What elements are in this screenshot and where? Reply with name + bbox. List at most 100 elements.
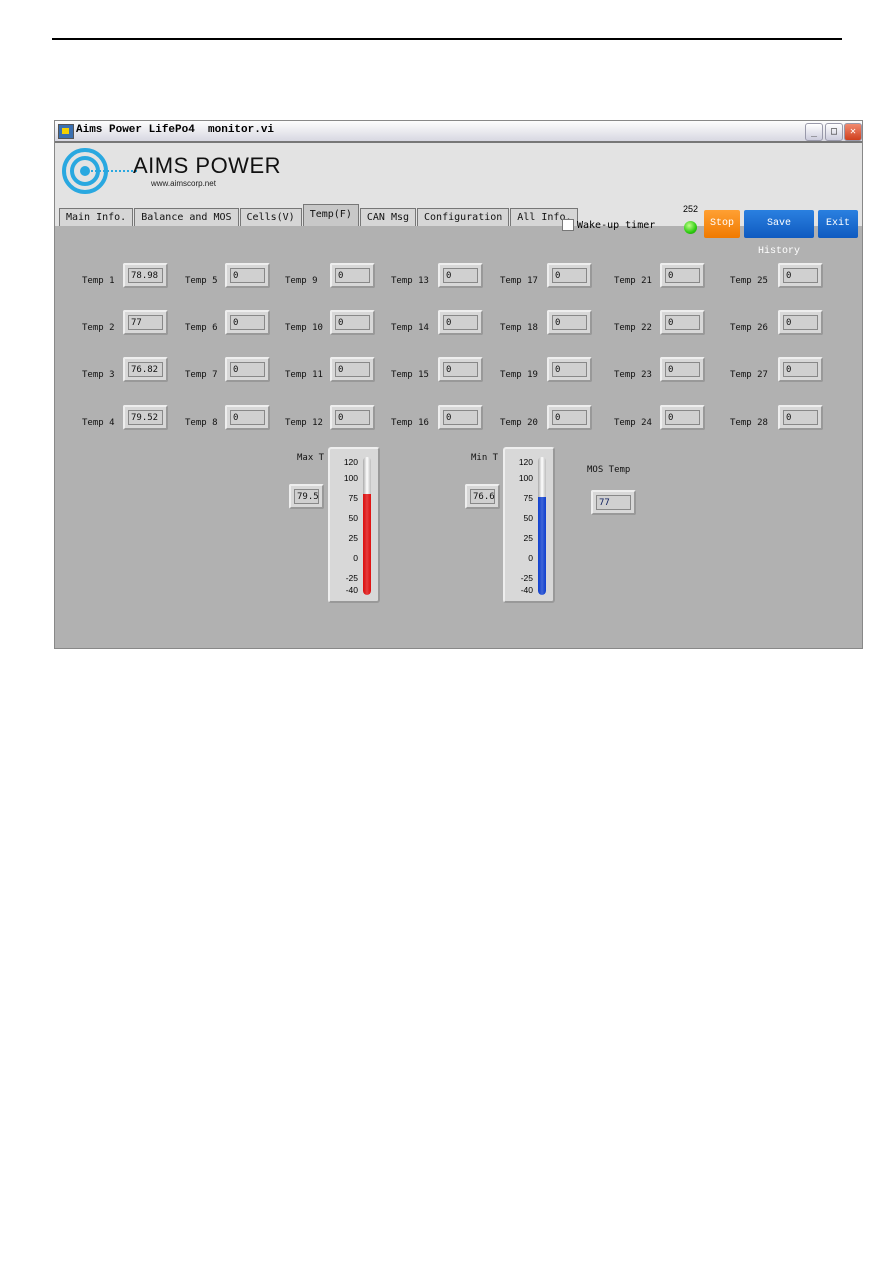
temp-label: Temp 6 (185, 323, 218, 333)
thermometer-label: Min T (471, 453, 499, 463)
scale-tick-label: 120 (518, 457, 533, 467)
scale-tick-label: 75 (348, 493, 358, 503)
temp-indicator: 0 (660, 310, 705, 335)
thermometer-value-indicator: 76.6 (465, 484, 500, 509)
temp-indicator: 0 (778, 405, 823, 430)
app-window: Aims Power LifePo4 monitor.vi _ □ ✕ AIMS… (54, 120, 863, 649)
thermometer-tube (363, 457, 371, 595)
temp-label: Temp 17 (500, 276, 538, 286)
tab-bar: Main Info. Balance and MOS Cells(V) Temp(F)… (59, 204, 579, 226)
close-button[interactable]: ✕ (844, 123, 862, 141)
header: AIMS POWER www.aimscorp.net Main Info. Ba… (55, 143, 862, 257)
temp-value: 0 (443, 268, 478, 283)
temp-value: 0 (443, 362, 478, 377)
mos-temp-indicator: 77 (591, 490, 636, 515)
temp-value: 0 (443, 410, 478, 425)
temp-indicator: 0 (330, 263, 375, 288)
tab-balance-and-mos[interactable]: Balance and MOS (134, 208, 239, 226)
temp-indicator: 0 (438, 310, 483, 335)
stop-button[interactable]: Stop (704, 210, 740, 238)
maximize-button[interactable]: □ (825, 123, 843, 141)
temp-indicator: 0 (330, 310, 375, 335)
thermometer-tube (538, 457, 546, 595)
scale-tick-label: -25 (345, 573, 358, 583)
temp-label: Temp 12 (285, 418, 323, 428)
temp-indicator: 77 (123, 310, 168, 335)
temp-indicator: 0 (225, 405, 270, 430)
temp-label: Temp 27 (730, 370, 768, 380)
scale-tick-label: 25 (523, 533, 533, 543)
temp-value: 0 (552, 315, 587, 330)
temp-label: Temp 21 (614, 276, 652, 286)
temp-indicator: 0 (547, 357, 592, 382)
temp-value: 0 (665, 268, 700, 283)
temp-value: 0 (335, 410, 370, 425)
scale-tick-label: 0 (528, 553, 533, 563)
temp-value: 0 (230, 362, 265, 377)
temp-value: 0 (783, 410, 818, 425)
save-history-button[interactable]: Save History (744, 210, 814, 257)
temp-label: Temp 26 (730, 323, 768, 333)
temp-indicator: 0 (438, 405, 483, 430)
temp-label: Temp 3 (82, 370, 115, 380)
brand-name: AIMS POWER (133, 153, 282, 178)
temp-value: 0 (230, 268, 265, 283)
temp-indicator: 0 (438, 357, 483, 382)
tab-can-msg[interactable]: CAN Msg (359, 208, 417, 226)
temp-indicator: 0 (660, 263, 705, 288)
temp-indicator: 79.52 (123, 405, 168, 430)
temp-label: Temp 16 (391, 418, 429, 428)
temp-value: 79.52 (128, 410, 163, 425)
tab-main-info[interactable]: Main Info. (59, 208, 134, 226)
temp-indicator: 0 (778, 263, 823, 288)
mos-temp-label: MOS Temp (587, 465, 631, 475)
temp-label: Temp 19 (500, 370, 538, 380)
thermometer-value-indicator: 79.5 (289, 484, 324, 509)
tab-cells-v[interactable]: Cells(V) (239, 208, 302, 226)
scale-tick-label: 50 (523, 513, 533, 523)
temp-value: 0 (783, 268, 818, 283)
wakeup-label: Wake-up timer (577, 219, 656, 231)
checkbox-box[interactable] (562, 219, 574, 231)
temp-indicator: 0 (330, 357, 375, 382)
status-led-icon (684, 221, 697, 234)
minimize-button[interactable]: _ (805, 123, 823, 141)
app-icon (58, 124, 74, 139)
scale-tick-label: -40 (345, 585, 358, 595)
temp-value: 0 (335, 315, 370, 330)
temp-indicator: 0 (778, 310, 823, 335)
tab-temp-f[interactable]: Temp(F) (302, 204, 359, 226)
temp-value: 0 (783, 315, 818, 330)
temp-value: 76.82 (128, 362, 163, 377)
temp-indicator: 0 (547, 405, 592, 430)
temp-value: 0 (665, 410, 700, 425)
scale-tick-label: 25 (348, 533, 358, 543)
temp-value: 0 (335, 362, 370, 377)
temp-indicator: 0 (225, 310, 270, 335)
wakeup-timer-checkbox[interactable]: Wake-up timer (562, 219, 655, 231)
tab-configuration[interactable]: Configuration (417, 208, 510, 226)
temp-value: 0 (335, 268, 370, 283)
temp-value: 0 (665, 362, 700, 377)
title-bar: Aims Power LifePo4 monitor.vi _ □ ✕ (55, 121, 862, 143)
temp-label: Temp 11 (285, 370, 323, 380)
temp-indicator: 76.82 (123, 357, 168, 382)
temp-label: Temp 9 (285, 276, 318, 286)
scale-tick-label: 100 (343, 473, 358, 483)
temp-label: Temp 15 (391, 370, 429, 380)
scale-tick-label: -25 (520, 573, 533, 583)
temp-label: Temp 8 (185, 418, 218, 428)
exit-button[interactable]: Exit (818, 210, 858, 238)
temp-value: 0 (443, 315, 478, 330)
temp-label: Temp 22 (614, 323, 652, 333)
temp-value: 0 (552, 410, 587, 425)
temp-label: Temp 13 (391, 276, 429, 286)
temp-label: Temp 18 (500, 323, 538, 333)
temp-indicator: 0 (547, 263, 592, 288)
brand-url: www.aimscorp.net (151, 179, 216, 188)
counter: 252 (683, 204, 699, 214)
scale-tick-label: -40 (520, 585, 533, 595)
temp-indicator: 0 (778, 357, 823, 382)
thermometer-fill (363, 494, 371, 595)
aims-logo-icon (62, 148, 137, 194)
